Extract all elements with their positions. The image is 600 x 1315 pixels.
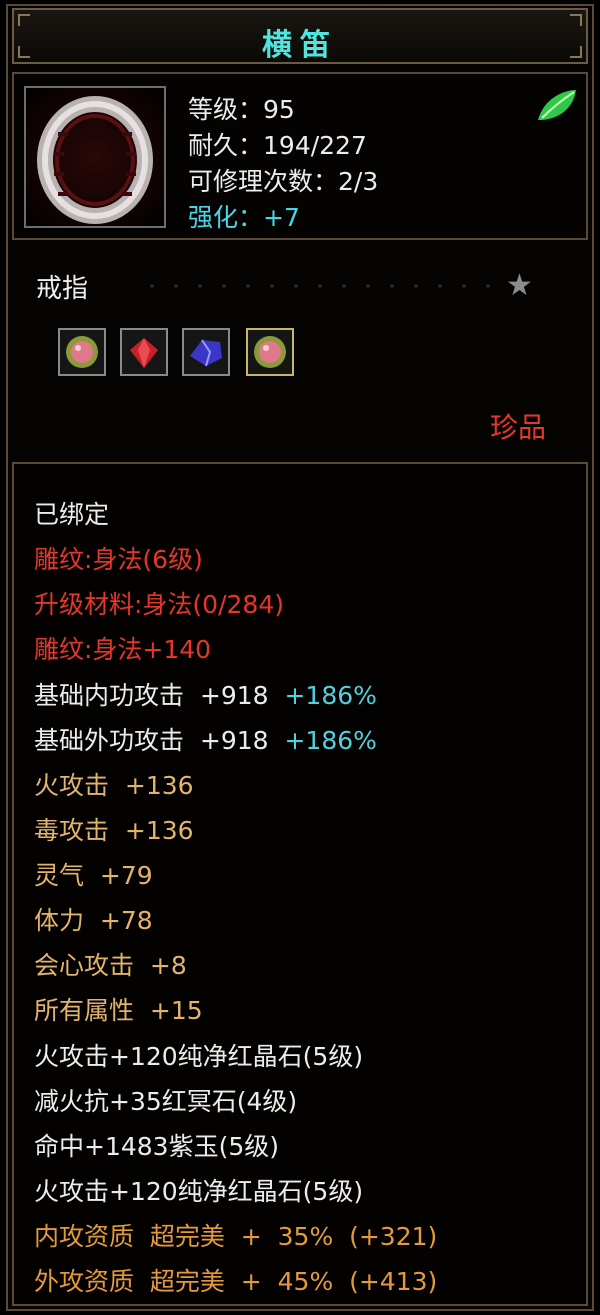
base-outer-percent: +186% — [284, 726, 377, 755]
carve-bonus: 雕纹:身法+140 — [34, 635, 212, 664]
enhance-value: +7 — [263, 203, 300, 232]
crit-attack: 会心攻击 +8 — [34, 951, 187, 980]
divider — [140, 284, 500, 288]
inner-attack-quality: 内攻资质 超完美 + 35% (+321) — [34, 1222, 438, 1251]
durability-label: 耐久： — [188, 131, 264, 160]
poison-attack: 毒攻击 +136 — [34, 816, 194, 845]
spirit-stat: 灵气 +79 — [34, 861, 153, 890]
ring-icon — [24, 86, 166, 228]
base-inner-value: 基础内功攻击 +918 — [34, 681, 269, 710]
pink-gem-socket[interactable] — [58, 328, 106, 376]
level-label: 等级： — [188, 95, 264, 124]
bound-status: 已绑定 — [34, 500, 110, 529]
carve-level: 雕纹:身法(6级) — [34, 545, 203, 574]
gem-bonus-1: 火攻击+120纯净红晶石(5级) — [34, 1042, 364, 1071]
base-inner-attack: 基础内功攻击 +918 +186% — [34, 676, 377, 712]
leaf-icon — [534, 86, 580, 126]
item-name: 横笛 — [262, 28, 338, 63]
level-stat: 等级：95 — [188, 90, 295, 126]
durability-stat: 耐久：194/227 — [188, 126, 367, 162]
repair-stat: 可修理次数：2/3 — [188, 162, 378, 198]
base-inner-percent: +186% — [284, 681, 377, 710]
upgrade-material: 升级材料:身法(0/284) — [34, 590, 284, 619]
slot-type: 戒指 — [36, 274, 89, 304]
base-outer-value: 基础外功攻击 +918 — [34, 726, 269, 755]
enhance-label: 强化： — [188, 203, 264, 232]
durability-value: 194/227 — [263, 131, 367, 160]
star-icon[interactable]: ★ — [506, 268, 533, 303]
repair-label: 可修理次数： — [188, 167, 339, 196]
level-value: 95 — [263, 95, 295, 124]
stamina-stat: 体力 +78 — [34, 906, 153, 935]
gem-bonus-4: 火攻击+120纯净红晶石(5级) — [34, 1177, 364, 1206]
gem-bonus-3: 命中+1483紫玉(5级) — [34, 1132, 279, 1161]
red-gem-socket[interactable] — [120, 328, 168, 376]
repair-value: 2/3 — [338, 167, 379, 196]
outer-attack-quality: 外攻资质 超完美 + 45% (+413) — [34, 1267, 438, 1296]
blue-gem-socket[interactable] — [182, 328, 230, 376]
fire-attack: 火攻击 +136 — [34, 771, 194, 800]
pink-gem-socket[interactable] — [246, 328, 294, 376]
gem-bonus-2: 减火抗+35红冥石(4级) — [34, 1087, 298, 1116]
all-attributes: 所有属性 +15 — [34, 996, 203, 1025]
enhance-stat: 强化：+7 — [188, 198, 300, 234]
quality-label: 珍品 — [490, 411, 547, 444]
base-outer-attack: 基础外功攻击 +918 +186% — [34, 721, 377, 757]
title-bar: 横笛 — [12, 8, 588, 64]
